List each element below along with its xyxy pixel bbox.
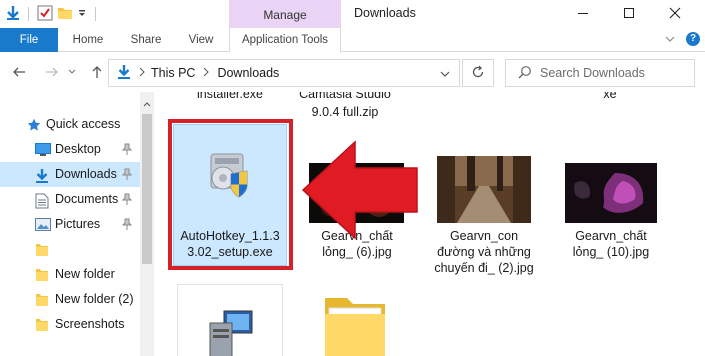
tab-home[interactable]: Home	[70, 28, 106, 52]
file-name: lỏng_ (10).jpg	[572, 245, 650, 259]
tab-application-tools[interactable]: Application Tools	[229, 28, 341, 53]
toolbar-divider	[28, 7, 29, 21]
sidebar-item-screenshots[interactable]: Screenshots	[0, 312, 140, 337]
back-arrow-icon	[12, 66, 26, 81]
close-button[interactable]	[652, 0, 698, 28]
file-caption: xe	[603, 92, 617, 101]
pin-icon[interactable]	[121, 218, 133, 233]
file-name: đường và những	[437, 245, 531, 259]
sidebar-item-downloads[interactable]: Downloads	[0, 162, 140, 187]
star-icon	[27, 118, 41, 135]
close-icon	[669, 7, 681, 22]
tab-share[interactable]: Share	[126, 28, 166, 52]
minimize-icon	[577, 7, 589, 22]
breadcrumb-separator-icon	[203, 66, 210, 80]
tab-view[interactable]: View	[184, 28, 218, 52]
file-explorer-window: Manage Downloads File Home Share View Ap…	[0, 0, 705, 356]
maximize-icon	[623, 7, 635, 22]
file-name: lỏng_ (6).jpg	[322, 245, 392, 259]
search-input[interactable]	[540, 66, 690, 80]
pin-icon[interactable]	[121, 168, 133, 183]
ribbon-tabs: File Home Share View Application Tools ?	[0, 28, 705, 53]
scrollbar-thumb[interactable]	[142, 114, 152, 264]
downloads-location-icon	[117, 64, 131, 83]
up-arrow-icon	[91, 65, 103, 82]
file-item-partial[interactable]	[177, 284, 283, 356]
address-bar[interactable]: This PC Downloads	[108, 59, 460, 87]
forward-button[interactable]	[43, 64, 61, 82]
sidebar-item-folder[interactable]	[0, 237, 140, 262]
image-thumbnail[interactable]	[437, 156, 531, 223]
folder-icon	[35, 268, 49, 285]
file-name: Gearvn_con	[449, 229, 519, 243]
breadcrumb-downloads[interactable]: Downloads	[217, 66, 279, 80]
maximize-button[interactable]	[606, 0, 652, 28]
search-icon	[518, 65, 532, 82]
contextual-tab-group-manage: Manage	[229, 0, 341, 28]
sidebar-item-new-folder[interactable]: New folder	[0, 262, 140, 287]
sidebar-item-pictures[interactable]: Pictures	[0, 212, 140, 237]
properties-check-icon[interactable]	[37, 5, 53, 24]
folder-icon	[35, 293, 49, 310]
address-row: This PC Downloads	[0, 56, 705, 90]
back-button[interactable]	[10, 64, 28, 82]
folder-icon[interactable]	[323, 294, 387, 356]
nav-scrollbar[interactable]	[140, 92, 154, 356]
sidebar-item-desktop[interactable]: Desktop	[0, 137, 140, 162]
new-folder-icon[interactable]	[57, 5, 73, 24]
image-thumbnail[interactable]	[565, 163, 657, 223]
sidebar-item-quick-access[interactable]: Quick access	[0, 112, 140, 137]
file-list: installer.exe Camtasia Studio 9.0.4 full…	[155, 92, 705, 356]
tab-file[interactable]: File	[0, 28, 58, 52]
pin-icon[interactable]	[121, 143, 133, 158]
download-icon	[35, 168, 49, 187]
breadcrumb-this-pc[interactable]: This PC	[151, 66, 195, 80]
up-button[interactable]	[88, 64, 106, 82]
sidebar-item-new-folder-2[interactable]: New folder (2)	[0, 287, 140, 312]
file-caption: Camtasia Studio	[299, 92, 391, 101]
documents-icon	[35, 193, 49, 212]
desktop-icon	[35, 143, 51, 159]
folder-icon	[35, 243, 49, 260]
scroll-up-icon[interactable]	[143, 96, 151, 110]
file-caption: 9.0.4 full.zip	[311, 105, 379, 119]
pin-icon[interactable]	[121, 193, 133, 208]
annotation-arrow-icon	[301, 140, 421, 243]
refresh-button[interactable]	[462, 59, 494, 87]
file-name: chuyến đi_ (2).jpg	[434, 261, 534, 275]
title-bar: Manage Downloads	[0, 0, 705, 28]
expand-ribbon-chevron-icon[interactable]	[664, 33, 676, 48]
down-arrow-icon[interactable]	[6, 5, 20, 24]
help-icon[interactable]: ?	[686, 32, 700, 46]
address-dropdown-icon[interactable]	[439, 68, 451, 83]
forward-arrow-icon	[45, 66, 59, 81]
annotation-highlight-box	[168, 119, 293, 270]
toolbar-divider	[95, 7, 96, 21]
navigation-pane: Quick access Desktop Downloads Documents…	[0, 92, 140, 356]
customize-qat-icon[interactable]	[77, 7, 87, 21]
window-title: Downloads	[354, 6, 416, 20]
minimize-button[interactable]	[560, 0, 606, 28]
file-caption: installer.exe	[196, 92, 263, 101]
search-box[interactable]	[505, 59, 695, 87]
recent-locations-button[interactable]	[63, 64, 81, 82]
chevron-down-icon	[67, 66, 77, 80]
pictures-icon	[35, 218, 51, 234]
folder-icon	[35, 318, 49, 335]
breadcrumb-separator-icon	[139, 66, 145, 80]
sidebar-item-documents[interactable]: Documents	[0, 187, 140, 212]
refresh-icon	[471, 65, 485, 82]
quick-access-toolbar	[6, 5, 100, 23]
file-name: Gearvn_chất	[575, 229, 647, 243]
